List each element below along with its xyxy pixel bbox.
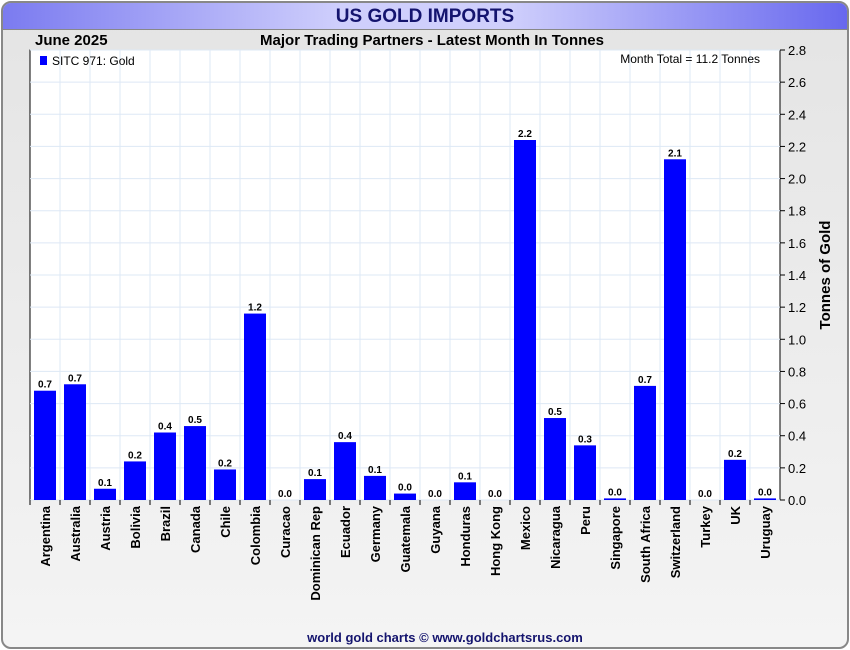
bar-canada[interactable] <box>184 426 206 500</box>
bar-south-africa[interactable] <box>634 385 656 500</box>
x-tick-label: Australia <box>68 505 83 561</box>
data-label: 2.2 <box>518 129 532 140</box>
x-tick-label: Dominican Rep <box>308 506 323 601</box>
data-label: 0.0 <box>278 489 292 500</box>
data-label: 1.2 <box>248 303 262 314</box>
data-label: 0.0 <box>428 489 442 500</box>
data-label: 0.5 <box>188 415 202 426</box>
bar-argentina[interactable] <box>34 390 56 500</box>
data-label: 0.4 <box>158 422 172 433</box>
legend-swatch <box>40 56 47 65</box>
data-label: 0.2 <box>218 458 232 469</box>
x-tick-label: Switzerland <box>668 506 683 578</box>
data-label: 0.2 <box>128 450 142 461</box>
period-label: June 2025 <box>35 32 108 49</box>
x-tick-label: Singapore <box>608 506 623 570</box>
x-tick-label: Guyana <box>428 505 443 553</box>
y-tick-label: 1.2 <box>788 300 806 315</box>
bar-honduras[interactable] <box>454 482 476 500</box>
x-tick-label: Guatemala <box>398 505 413 572</box>
y-tick-label: 1.4 <box>788 268 806 283</box>
bar-chart: June 2025 Major Trading Partners - Lates… <box>29 32 834 645</box>
data-label: 0.4 <box>338 431 352 442</box>
x-tick-label: Canada <box>188 505 203 553</box>
bar-switzerland[interactable] <box>664 159 686 501</box>
x-tick-label: Austria <box>98 505 113 551</box>
data-label: 0.0 <box>398 483 412 494</box>
x-tick-label: Argentina <box>38 505 53 566</box>
bar-germany[interactable] <box>364 475 386 500</box>
x-tick-label: Bolivia <box>128 505 143 548</box>
x-tick-label: Uruguay <box>758 505 773 559</box>
y-tick-label: 2.0 <box>788 172 806 187</box>
month-total: Month Total = 11.2 Tonnes <box>620 52 760 66</box>
y-tick-label: 1.8 <box>788 204 806 219</box>
bar-guatemala[interactable] <box>394 493 416 500</box>
y-tick-label: 0.4 <box>788 429 806 444</box>
y-tick-label: 2.6 <box>788 75 806 90</box>
x-tick-label: South Africa <box>638 505 653 583</box>
bar-australia[interactable] <box>64 384 86 500</box>
bar-dominican-rep[interactable] <box>304 479 326 500</box>
x-tick-label: Peru <box>578 506 593 535</box>
chart-subtitle: Major Trading Partners - Latest Month In… <box>260 32 604 49</box>
x-tick-label: Brazil <box>158 506 173 541</box>
data-label: 0.0 <box>608 487 622 498</box>
x-tick-label: Chile <box>218 506 233 538</box>
y-tick-label: 0.6 <box>788 397 806 412</box>
x-tick-label: Colombia <box>248 505 263 565</box>
x-tick-label: UK <box>728 505 743 524</box>
x-tick-label: Ecuador <box>338 506 353 558</box>
x-tick-label: Curacao <box>278 506 293 558</box>
data-label: 0.0 <box>698 489 712 500</box>
data-label: 0.0 <box>758 487 772 498</box>
bar-mexico[interactable] <box>514 140 536 500</box>
bar-uk[interactable] <box>724 459 746 500</box>
data-label: 0.3 <box>578 434 592 445</box>
data-label: 0.1 <box>98 478 112 489</box>
x-tick-label: Mexico <box>518 506 533 550</box>
bar-singapore[interactable] <box>604 498 626 500</box>
y-axis-label: Tonnes of Gold <box>817 221 834 330</box>
bar-bolivia[interactable] <box>124 461 146 500</box>
x-tick-label: Nicaragua <box>548 505 563 569</box>
data-label: 0.7 <box>638 375 652 386</box>
bar-uruguay[interactable] <box>754 498 776 500</box>
x-tick-label: Hong Kong <box>488 506 503 576</box>
data-label: 0.1 <box>308 468 322 479</box>
y-tick-label: 0.2 <box>788 461 806 476</box>
x-tick-label: Germany <box>368 505 383 562</box>
x-tick-label: Turkey <box>698 505 713 547</box>
data-label: 0.5 <box>548 407 562 418</box>
data-label: 2.1 <box>668 148 682 159</box>
data-label: 0.7 <box>38 380 52 391</box>
y-tick-label: 2.8 <box>788 43 806 58</box>
legend-label: SITC 971: Gold <box>52 54 135 68</box>
bar-nicaragua[interactable] <box>544 418 566 500</box>
data-label: 0.2 <box>728 449 742 460</box>
bar-ecuador[interactable] <box>334 442 356 500</box>
x-tick-label: Honduras <box>458 506 473 567</box>
footer-credit: world gold charts © www.goldchartsrus.co… <box>306 630 583 645</box>
data-label: 0.7 <box>68 373 82 384</box>
y-tick-label: 1.6 <box>788 236 806 251</box>
data-label: 0.1 <box>458 471 472 482</box>
data-label: 0.1 <box>368 465 382 476</box>
y-tick-label: 0.0 <box>788 493 806 508</box>
bar-brazil[interactable] <box>154 432 176 501</box>
bar-chile[interactable] <box>214 469 236 500</box>
bar-colombia[interactable] <box>244 313 266 500</box>
y-tick-label: 2.4 <box>788 107 806 122</box>
y-tick-label: 1.0 <box>788 332 806 347</box>
bar-peru[interactable] <box>574 445 596 500</box>
bar-austria[interactable] <box>94 488 116 500</box>
y-tick-label: 0.8 <box>788 364 806 379</box>
data-label: 0.0 <box>488 489 502 500</box>
y-tick-label: 2.2 <box>788 139 806 154</box>
